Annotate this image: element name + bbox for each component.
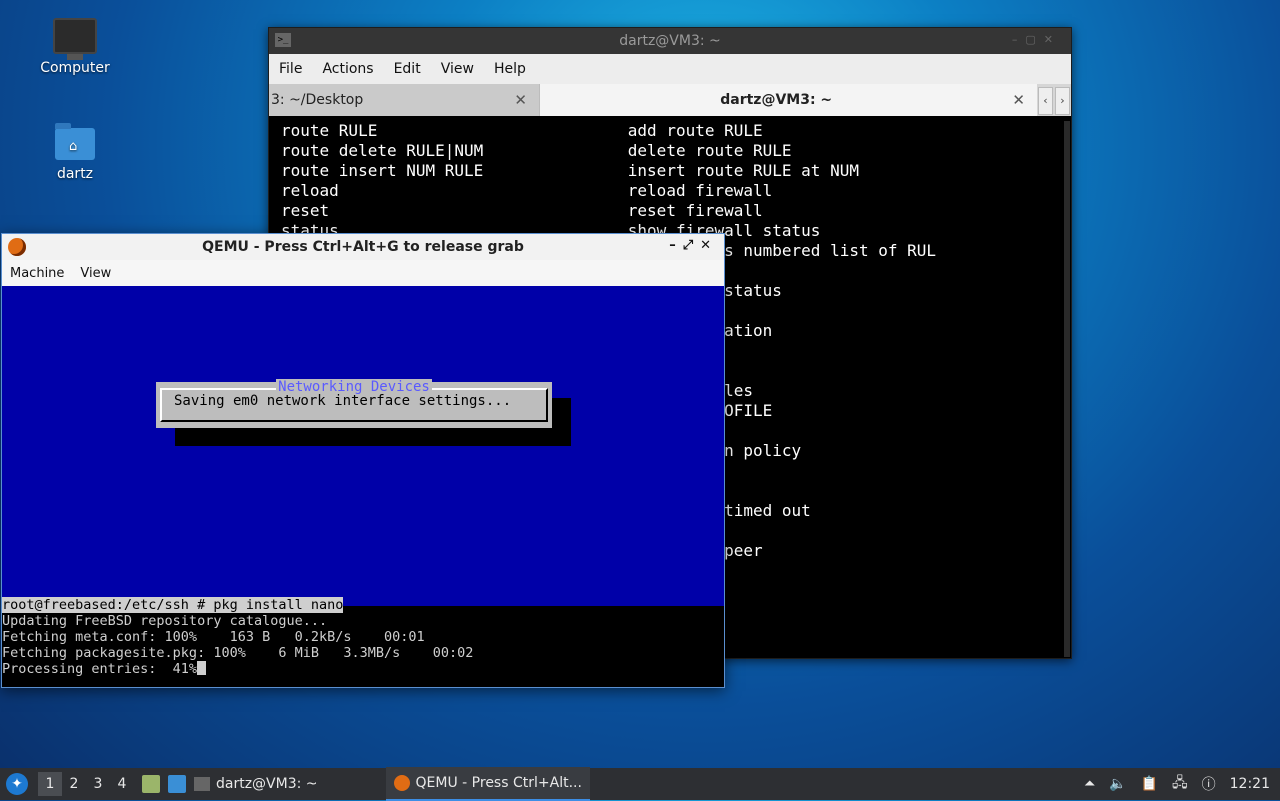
- home-folder-icon: ⌂: [55, 123, 95, 160]
- dialog-message: Saving em0 network interface settings...: [174, 393, 512, 409]
- terminal-line: route insert NUM RULE insert route RULE …: [281, 161, 859, 180]
- chevron-right-icon[interactable]: ›: [1055, 87, 1070, 115]
- computer-icon: [53, 18, 97, 60]
- console-line: Processing entries: 41%: [2, 661, 207, 677]
- tab-desktop[interactable]: 3: ~/Desktop ✕: [269, 84, 540, 116]
- text-cursor: [197, 661, 207, 675]
- taskbar-item-terminal[interactable]: dartz@VM3: ~: [186, 768, 326, 800]
- menu-view[interactable]: View: [80, 266, 111, 281]
- terminal-scrollbar[interactable]: [1064, 121, 1070, 657]
- window-controls[interactable]: –⤢✕: [669, 238, 718, 253]
- terminal-line: reload reload firewall: [281, 181, 773, 200]
- vm-console: root@freebased:/etc/ssh # pkg install na…: [2, 597, 724, 687]
- tab-home[interactable]: dartz@VM3: ~ ✕: [540, 84, 1037, 116]
- tab-label: dartz@VM3: ~: [720, 92, 833, 108]
- show-desktop-icon[interactable]: [168, 775, 186, 793]
- chevron-left-icon[interactable]: ‹: [1038, 87, 1053, 115]
- taskbar: ✦ 1 2 3 4 dartz@VM3: ~ QEMU - Press Ctrl…: [0, 767, 1280, 801]
- networking-dialog: Networking Devices Saving em0 network in…: [156, 379, 552, 428]
- menu-edit[interactable]: Edit: [394, 61, 421, 77]
- taskbar-item-qemu[interactable]: QEMU - Press Ctrl+Alt...: [385, 767, 590, 801]
- notification-icon[interactable]: ⓘ: [1202, 774, 1216, 794]
- menu-machine[interactable]: Machine: [10, 266, 64, 281]
- console-line: Fetching packagesite.pkg: 100% 6 MiB 3.3…: [2, 645, 474, 661]
- terminal-app-icon: >_: [275, 33, 291, 47]
- qemu-logo-icon: [8, 238, 26, 256]
- menu-help[interactable]: Help: [494, 61, 526, 77]
- clock[interactable]: 12:21: [1230, 776, 1270, 792]
- desktop-icon-label: Computer: [40, 60, 110, 76]
- network-icon[interactable]: 🖧: [1172, 772, 1188, 796]
- console-line: Fetching meta.conf: 100% 163 B 0.2kB/s 0…: [2, 629, 425, 645]
- workspace-2[interactable]: 2: [62, 772, 86, 796]
- terminal-line: reset reset firewall: [281, 201, 763, 220]
- start-menu-icon[interactable]: ✦: [6, 773, 28, 795]
- console-line: Updating FreeBSD repository catalogue...: [2, 613, 328, 629]
- desktop-icon-computer[interactable]: Computer: [30, 18, 120, 76]
- close-tab-icon[interactable]: ✕: [514, 91, 527, 109]
- qemu-icon: [393, 775, 410, 791]
- tray-arrow-icon[interactable]: ⏶: [1084, 776, 1095, 792]
- close-tab-icon[interactable]: ✕: [1012, 91, 1025, 109]
- system-tray: ⏶ 🔈 📋 🖧 ⓘ 12:21: [1077, 768, 1280, 800]
- terminal-menubar: File Actions Edit View Help: [269, 54, 1071, 84]
- desktop-icon-dartz[interactable]: ⌂ dartz: [30, 123, 120, 182]
- workspace-1[interactable]: 1: [38, 772, 62, 796]
- tab-scroll-buttons: ‹ ›: [1037, 84, 1071, 116]
- terminal-icon: [194, 777, 210, 791]
- terminal-line: route RULE add route RULE: [281, 121, 763, 140]
- vm-display[interactable]: Networking Devices Saving em0 network in…: [2, 286, 724, 687]
- menu-actions[interactable]: Actions: [322, 61, 373, 77]
- workspace-4[interactable]: 4: [110, 772, 134, 796]
- clipboard-icon[interactable]: 📋: [1141, 776, 1158, 792]
- menu-file[interactable]: File: [279, 61, 302, 77]
- volume-icon[interactable]: 🔈: [1109, 776, 1126, 792]
- taskbar-item-label: dartz@VM3: ~: [216, 776, 318, 792]
- terminal-line: route delete RULE|NUM delete route RULE: [281, 141, 792, 160]
- terminal-title: dartz@VM3: ~: [619, 33, 721, 49]
- window-controls[interactable]: –▢✕: [1012, 33, 1061, 46]
- qemu-menubar: Machine View: [2, 260, 724, 287]
- qemu-title: QEMU - Press Ctrl+Alt+G to release grab: [202, 239, 524, 255]
- terminal-titlebar[interactable]: >_ dartz@VM3: ~ –▢✕: [269, 28, 1071, 54]
- workspace-3[interactable]: 3: [86, 772, 110, 796]
- console-line: root@freebased:/etc/ssh # pkg install na…: [2, 597, 344, 613]
- desktop-icon-label: dartz: [56, 166, 94, 182]
- file-manager-icon[interactable]: [142, 775, 160, 793]
- taskbar-item-label: QEMU - Press Ctrl+Alt...: [415, 775, 582, 791]
- qemu-titlebar[interactable]: QEMU - Press Ctrl+Alt+G to release grab …: [2, 234, 724, 260]
- workspace-switcher: 1 2 3 4: [38, 772, 134, 796]
- terminal-tabbar: 3: ~/Desktop ✕ dartz@VM3: ~ ✕ ‹ ›: [269, 84, 1071, 116]
- qemu-window[interactable]: QEMU - Press Ctrl+Alt+G to release grab …: [1, 233, 725, 688]
- menu-view[interactable]: View: [441, 61, 474, 77]
- tab-label: 3: ~/Desktop: [271, 92, 364, 108]
